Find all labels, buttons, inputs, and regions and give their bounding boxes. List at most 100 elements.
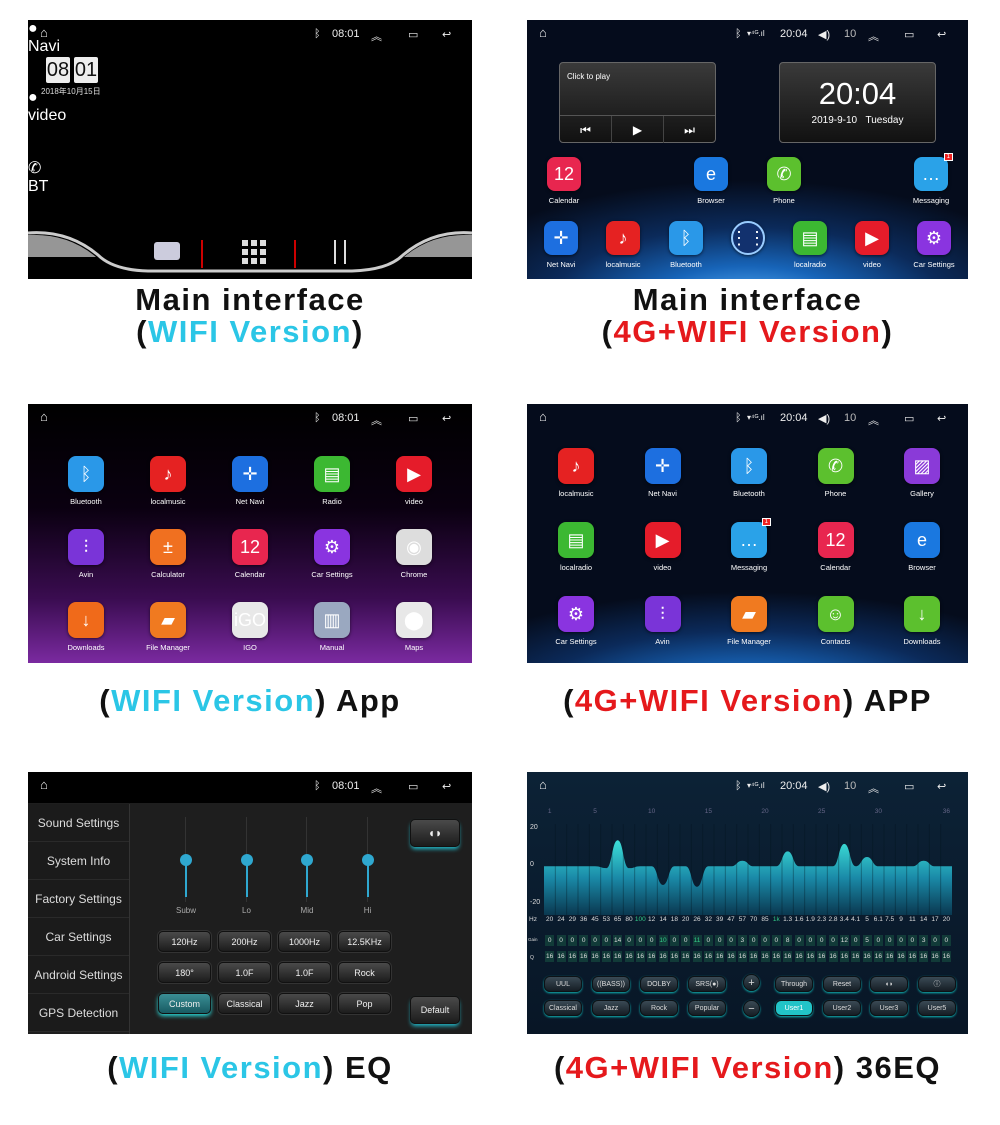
- back-icon[interactable]: ↩: [937, 412, 946, 425]
- balance-button[interactable]: ◖◗: [410, 819, 460, 847]
- app-localradio[interactable]: ▤ localradio: [541, 522, 611, 572]
- app-browser[interactable]: e Browser: [887, 522, 957, 572]
- music-widget[interactable]: Click to play ⏮ ▶ ⏭: [559, 62, 716, 143]
- app-car-settings[interactable]: ⚙ Car Settings: [297, 529, 367, 579]
- eq-button-180[interactable]: 180°: [158, 962, 211, 983]
- band-gain-value[interactable]: 0: [601, 935, 611, 946]
- band-q-value[interactable]: 16: [647, 951, 657, 962]
- band-gain-value[interactable]: 0: [873, 935, 883, 946]
- decrease-button[interactable]: −: [743, 1000, 760, 1017]
- volume-icon[interactable]: ◀): [818, 28, 830, 41]
- app-car-settings[interactable]: ⚙ Car Settings: [899, 221, 968, 269]
- sidebar-item-gps-detection[interactable]: GPS Detection: [28, 994, 129, 1032]
- band-gain-value[interactable]: 0: [749, 935, 759, 946]
- band-gain-value[interactable]: 0: [669, 935, 679, 946]
- eq-effect-button-5[interactable]: Through: [775, 976, 813, 992]
- band-gain-value[interactable]: 0: [545, 935, 555, 946]
- band-q-value[interactable]: 16: [703, 951, 713, 962]
- eq-button-custom[interactable]: Custom: [158, 993, 211, 1014]
- band-q-value[interactable]: 16: [851, 951, 861, 962]
- app-messaging[interactable]: … 1 Messaging: [714, 518, 784, 572]
- band-gain-value[interactable]: 0: [556, 935, 566, 946]
- next-button[interactable]: ⏭: [664, 116, 715, 143]
- band-q-value[interactable]: 16: [896, 951, 906, 962]
- app-car-settings[interactable]: ⚙ Car Settings: [541, 596, 611, 646]
- eq-button-12.5khz[interactable]: 12.5KHz: [338, 931, 391, 952]
- band-q-value[interactable]: 16: [624, 951, 634, 962]
- eq-button-pop[interactable]: Pop: [338, 993, 391, 1014]
- band-gain-value[interactable]: 0: [885, 935, 895, 946]
- equalizer-icon[interactable]: [334, 240, 346, 264]
- recents-icon[interactable]: ▭: [408, 28, 418, 41]
- sidebar-item-factory-settings[interactable]: Factory Settings: [28, 880, 129, 918]
- recents-icon[interactable]: ▭: [904, 28, 914, 41]
- band-q-value[interactable]: 16: [567, 951, 577, 962]
- band-gain-value[interactable]: 0: [579, 935, 589, 946]
- app-avin[interactable]: ⫶ Avin: [51, 529, 121, 579]
- band-gain-value[interactable]: 0: [771, 935, 781, 946]
- app-radio[interactable]: ▤ Radio: [297, 456, 367, 506]
- band-gain-value[interactable]: 0: [805, 935, 815, 946]
- app-avin[interactable]: ⫶ Avin: [628, 596, 698, 646]
- band-gain-value[interactable]: 0: [715, 935, 725, 946]
- band-gain-value[interactable]: 0: [851, 935, 861, 946]
- band-gain-value[interactable]: 0: [941, 935, 951, 946]
- band-q-value[interactable]: 16: [556, 951, 566, 962]
- back-icon[interactable]: ↩: [442, 412, 451, 425]
- band-gain-value[interactable]: 5: [862, 935, 872, 946]
- band-q-value[interactable]: 16: [794, 951, 804, 962]
- expand-icon[interactable]: ︽: [868, 412, 879, 428]
- eq-effect-button-0[interactable]: UUL: [544, 976, 582, 992]
- eq-preset-user5[interactable]: User5: [918, 1000, 956, 1016]
- slider-mid-thumb[interactable]: [301, 853, 313, 866]
- band-gain-value[interactable]: 12: [839, 935, 849, 946]
- app-bluetooth[interactable]: ᛒ Bluetooth: [51, 456, 121, 506]
- band-gain-value[interactable]: 0: [703, 935, 713, 946]
- eq-button-1.0f[interactable]: 1.0F: [218, 962, 271, 983]
- slider-hi-thumb[interactable]: [361, 853, 374, 866]
- play-button[interactable]: ▶: [611, 116, 664, 143]
- band-q-value[interactable]: 16: [817, 951, 827, 962]
- band-gain-value[interactable]: 14: [613, 935, 623, 946]
- band-q-value[interactable]: 16: [941, 951, 951, 962]
- band-gain-value[interactable]: 0: [896, 935, 906, 946]
- band-q-value[interactable]: 16: [601, 951, 611, 962]
- app-localmusic[interactable]: ♪ localmusic: [541, 448, 611, 498]
- app-localmusic[interactable]: ♪ localmusic: [133, 456, 203, 506]
- band-q-value[interactable]: 16: [805, 951, 815, 962]
- app-phone[interactable]: ✆ Phone: [801, 448, 871, 498]
- app-calendar[interactable]: 12 Calendar: [529, 157, 599, 205]
- band-gain-value[interactable]: 11: [692, 935, 702, 946]
- app-video[interactable]: ▶ video: [379, 456, 449, 506]
- slider-lo-thumb[interactable]: [240, 853, 253, 866]
- home-icon[interactable]: ⌂: [539, 25, 547, 40]
- band-q-value[interactable]: 16: [737, 951, 747, 962]
- app-net-navi[interactable]: ✛ Net Navi: [527, 221, 596, 269]
- app-chrome[interactable]: ◉ Chrome: [379, 529, 449, 579]
- band-q-value[interactable]: 16: [613, 951, 623, 962]
- band-q-value[interactable]: 16: [873, 951, 883, 962]
- home-icon[interactable]: ⌂: [40, 25, 48, 40]
- expand-icon[interactable]: ︽: [371, 780, 382, 796]
- increase-button[interactable]: +: [743, 974, 760, 991]
- band-gain-value[interactable]: 0: [624, 935, 634, 946]
- app-net-navi[interactable]: ✛ Net Navi: [628, 448, 698, 498]
- eq-button-1.0f[interactable]: 1.0F: [278, 962, 331, 983]
- band-q-value[interactable]: 16: [885, 951, 895, 962]
- eq-effect-button-1[interactable]: ((BASS)): [592, 976, 630, 992]
- band-q-value[interactable]: 16: [658, 951, 668, 962]
- band-gain-value[interactable]: 0: [647, 935, 657, 946]
- eq-button-jazz[interactable]: Jazz: [278, 993, 331, 1014]
- band-gain-value[interactable]: 0: [726, 935, 736, 946]
- app-video[interactable]: ▶ video: [628, 522, 698, 572]
- band-gain-value[interactable]: 0: [567, 935, 577, 946]
- volume-icon[interactable]: ◀): [818, 412, 830, 425]
- band-gain-value[interactable]: 0: [930, 935, 940, 946]
- eq-button-rock[interactable]: Rock: [338, 962, 391, 983]
- band-q-value[interactable]: 16: [590, 951, 600, 962]
- app-net-navi[interactable]: ✛ Net Navi: [215, 456, 285, 506]
- band-gain-value[interactable]: 10: [658, 935, 668, 946]
- band-q-value[interactable]: 16: [669, 951, 679, 962]
- band-q-value[interactable]: 16: [726, 951, 736, 962]
- app-gallery[interactable]: ▨ Gallery: [887, 448, 957, 498]
